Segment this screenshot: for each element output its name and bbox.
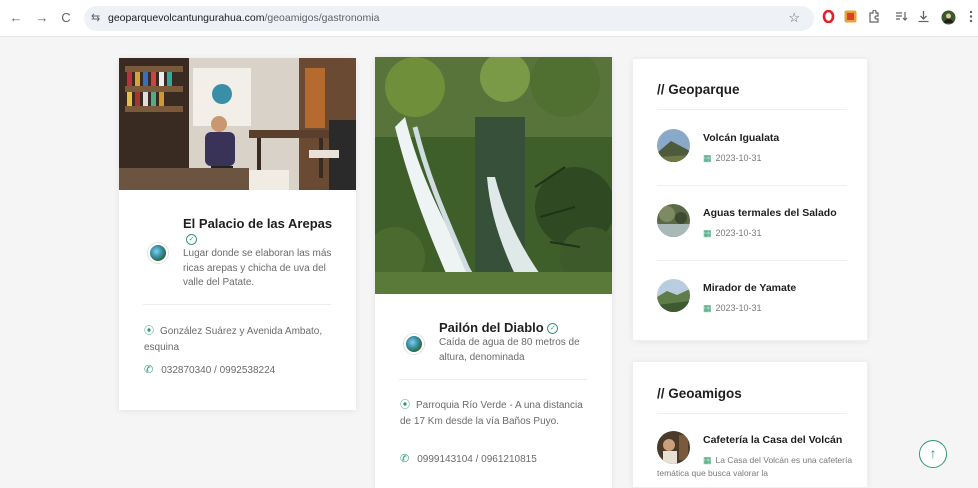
url-domain: geoparquevolcantungurahua.com: [108, 12, 265, 24]
scroll-to-top-button[interactable]: ↑: [919, 440, 947, 468]
post-date-text: 2023-10-31: [715, 153, 762, 163]
business-card-palacio[interactable]: El Palacio de las Arepas ✓ Lugar donde s…: [119, 58, 356, 410]
calendar-icon: ▦: [703, 303, 712, 313]
post-date: ▦ 2023-10-31: [703, 228, 762, 239]
url-text[interactable]: geoparquevolcantungurahua.com/geoamigos/…: [108, 12, 379, 24]
site-info-icon[interactable]: ⇆: [91, 11, 100, 24]
address-bar[interactable]: ⇆ geoparquevolcantungurahua.com/geoamigo…: [84, 6, 814, 31]
card-phone[interactable]: ✆ 0999143104 / 0961210815: [400, 451, 537, 468]
card-description: Caída de agua de 80 metros de altura, de…: [439, 337, 580, 363]
address-text: Parroquia Río Verde - A una distancia de…: [400, 400, 583, 427]
post-title[interactable]: Volcán Igualata: [703, 132, 779, 144]
back-arrow-icon[interactable]: ←: [8, 10, 24, 26]
phone-text: 0999143104 / 0961210815: [417, 454, 537, 465]
calendar-icon: ▦: [703, 153, 712, 163]
sidebar-divider: [657, 185, 847, 186]
sidebar-heading: // Geoamigos: [657, 386, 742, 401]
sidebar-geoparque: // Geoparque Volcán Igualata ▦ 2023-10-31…: [632, 58, 868, 341]
card-title[interactable]: El Palacio de las Arepas: [183, 216, 332, 231]
post-date: ▦ 2023-10-31: [703, 153, 762, 164]
post-date: ▦ 2023-10-31: [703, 303, 762, 314]
card-address: ⦿ Parroquia Río Verde - A una distancia d…: [400, 398, 590, 430]
location-pin-icon: ⦿: [144, 326, 154, 337]
phone-icon: ✆: [400, 453, 410, 465]
post-excerpt-text: La Casa del Volcán es una cafetería temá…: [657, 455, 853, 478]
puzzle-extensions-icon[interactable]: [866, 9, 881, 25]
card-title[interactable]: Pailón del Diablo ✓: [439, 320, 559, 335]
sidebar-geoamigos: // Geoamigos Cafetería la Casa del Volcá…: [632, 361, 868, 488]
post-thumbnail[interactable]: [657, 204, 690, 237]
post-excerpt: ▦ La Casa del Volcán es una cafetería tem…: [657, 454, 857, 480]
post-title[interactable]: Mirador de Yamate: [703, 282, 796, 294]
download-icon[interactable]: [916, 10, 931, 25]
address-text: González Suárez y Avenida Ambato, esquin…: [144, 326, 323, 353]
post-thumbnail[interactable]: [657, 129, 690, 162]
phone-text: 032870340 / 0992538224: [161, 365, 276, 376]
restaurant-photo[interactable]: [119, 58, 356, 190]
post-date-text: 2023-10-31: [715, 228, 762, 238]
card-phone[interactable]: ✆ 032870340 / 0992538224: [144, 362, 275, 379]
business-avatar: [148, 243, 168, 263]
post-title[interactable]: Aguas termales del Salado: [703, 207, 837, 219]
reading-list-icon[interactable]: [894, 10, 909, 25]
calendar-icon: ▦: [703, 228, 712, 238]
sidebar-divider: [657, 260, 847, 261]
extension-icon[interactable]: [843, 10, 858, 25]
sidebar-heading: // Geoparque: [657, 82, 740, 97]
phone-icon: ✆: [144, 364, 154, 376]
card-description: Lugar donde se elaboran las más ricas ar…: [183, 248, 332, 288]
location-pin-icon: ⦿: [400, 400, 410, 411]
calendar-icon: ▦: [703, 455, 712, 465]
opera-extension-icon[interactable]: [821, 9, 836, 25]
card-divider: [143, 304, 331, 305]
forward-arrow-icon[interactable]: →: [34, 10, 50, 26]
post-thumbnail[interactable]: [657, 279, 690, 312]
card-title-text: Pailón del Diablo: [439, 320, 544, 335]
menu-kebab-icon[interactable]: [963, 10, 978, 25]
post-date-text: 2023-10-31: [715, 303, 762, 313]
bookmark-star-icon[interactable]: ☆: [788, 10, 800, 26]
verified-check-icon: ✓: [186, 234, 197, 245]
browser-toolbar: ← → C ⇆ geoparquevolcantungurahua.com/ge…: [0, 0, 978, 37]
business-avatar: [404, 334, 424, 354]
waterfall-photo[interactable]: [375, 57, 612, 294]
business-card-pailon[interactable]: Pailón del Diablo ✓ Caída de agua de 80 …: [375, 57, 612, 488]
card-address: ⦿ González Suárez y Avenida Ambato, esqui…: [144, 324, 334, 356]
url-path: /geoamigos/gastronomia: [264, 12, 380, 24]
sidebar-divider: [657, 413, 847, 414]
reload-icon[interactable]: C: [58, 10, 74, 26]
sidebar-divider: [657, 109, 847, 110]
profile-avatar-icon[interactable]: [941, 10, 956, 25]
verified-check-icon: ✓: [547, 323, 559, 335]
card-divider: [399, 379, 587, 380]
post-title[interactable]: Cafetería la Casa del Volcán: [703, 434, 842, 446]
